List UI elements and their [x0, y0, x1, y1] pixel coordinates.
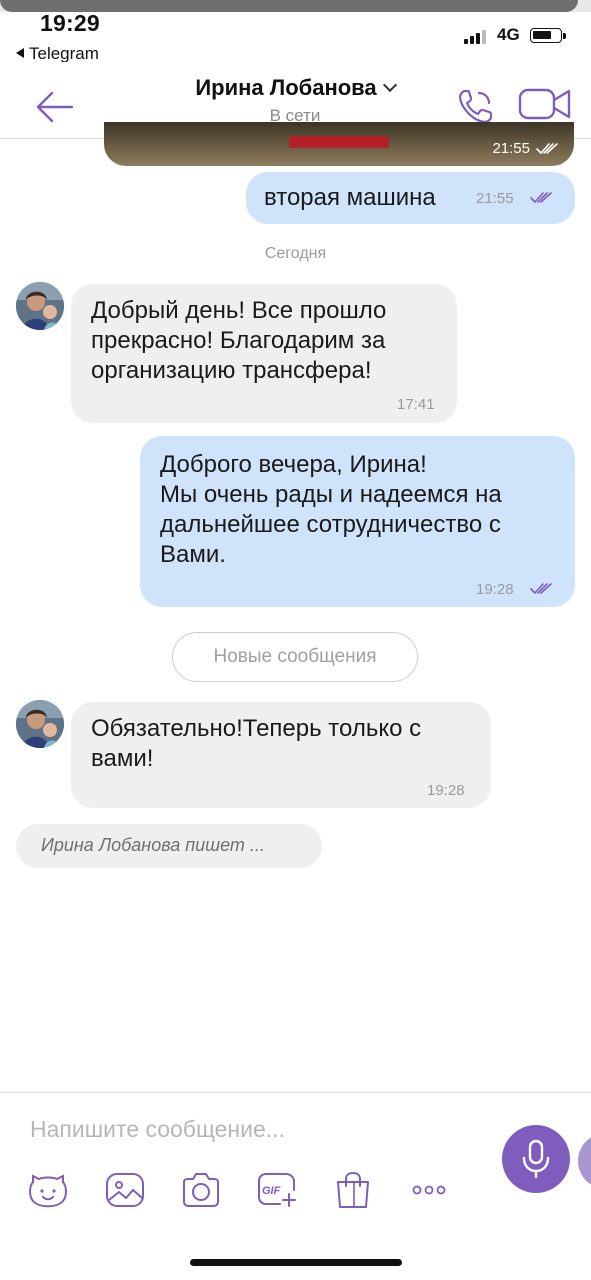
message-input[interactable]: [30, 1112, 470, 1146]
typing-indicator: Ирина Лобанова пишет ...: [16, 824, 322, 868]
message-time: 19:28: [476, 581, 514, 598]
message-time: 21:55: [492, 140, 530, 157]
network-type: 4G: [497, 25, 520, 44]
status-time: 19:29: [40, 10, 100, 36]
image-message[interactable]: 21:55: [104, 122, 574, 166]
secondary-action-button[interactable]: [578, 1133, 591, 1189]
new-messages-divider[interactable]: Новые сообщения: [172, 632, 418, 682]
signal-strength-icon: [464, 28, 490, 44]
message-time: 19:28: [427, 782, 465, 799]
gif-icon[interactable]: GIF: [256, 1170, 298, 1210]
license-plate-detail: [289, 136, 389, 148]
svg-text:GIF: GIF: [262, 1185, 281, 1197]
shopping-bag-icon[interactable]: [332, 1170, 374, 1210]
message-text: Обязательно!Теперь только с вами!: [91, 715, 428, 772]
message-text: вторая машина: [264, 184, 436, 211]
contact-avatar[interactable]: [16, 700, 64, 748]
sticker-icon[interactable]: [27, 1170, 69, 1210]
outgoing-message[interactable]: вторая машина 21:55: [246, 172, 575, 224]
contact-name-title[interactable]: Ирина Лобанова: [150, 75, 440, 101]
back-app-label: Telegram: [29, 44, 99, 63]
back-triangle-icon: [16, 48, 24, 58]
contact-name-label: Ирина Лобанова: [195, 75, 377, 100]
read-ticks-icon: [536, 143, 558, 154]
contact-avatar[interactable]: [16, 282, 64, 330]
chevron-down-icon: [382, 77, 397, 93]
message-time: 21:55: [476, 190, 514, 207]
day-separator: Сегодня: [264, 245, 327, 262]
phone-icon[interactable]: [456, 86, 496, 126]
record-voice-button[interactable]: [502, 1125, 570, 1193]
message-text: Добрый день! Все прошло прекрасно! Благо…: [91, 297, 393, 384]
composer-divider: [0, 1092, 591, 1093]
incoming-message[interactable]: Обязательно!Теперь только с вами! 19:28: [71, 702, 491, 808]
camera-icon[interactable]: [180, 1170, 222, 1210]
incoming-message[interactable]: Добрый день! Все прошло прекрасно! Благо…: [71, 284, 457, 423]
message-time: 17:41: [397, 396, 435, 413]
gallery-icon[interactable]: [104, 1170, 146, 1210]
read-ticks-icon: [530, 192, 552, 203]
microphone-icon: [522, 1139, 550, 1179]
message-text: Доброго вечера, Ирина! Мы очень рады и н…: [160, 451, 502, 568]
outgoing-message[interactable]: Доброго вечера, Ирина! Мы очень рады и н…: [140, 436, 575, 607]
back-to-app-link[interactable]: Telegram: [16, 44, 99, 64]
home-indicator: [190, 1259, 402, 1266]
read-ticks-icon: [530, 583, 552, 594]
battery-icon: [530, 28, 566, 43]
video-camera-icon[interactable]: [518, 86, 572, 122]
more-icon[interactable]: [408, 1170, 450, 1210]
back-arrow-icon[interactable]: [34, 90, 74, 124]
typing-indicator-text: Ирина Лобанова пишет ...: [41, 835, 265, 855]
